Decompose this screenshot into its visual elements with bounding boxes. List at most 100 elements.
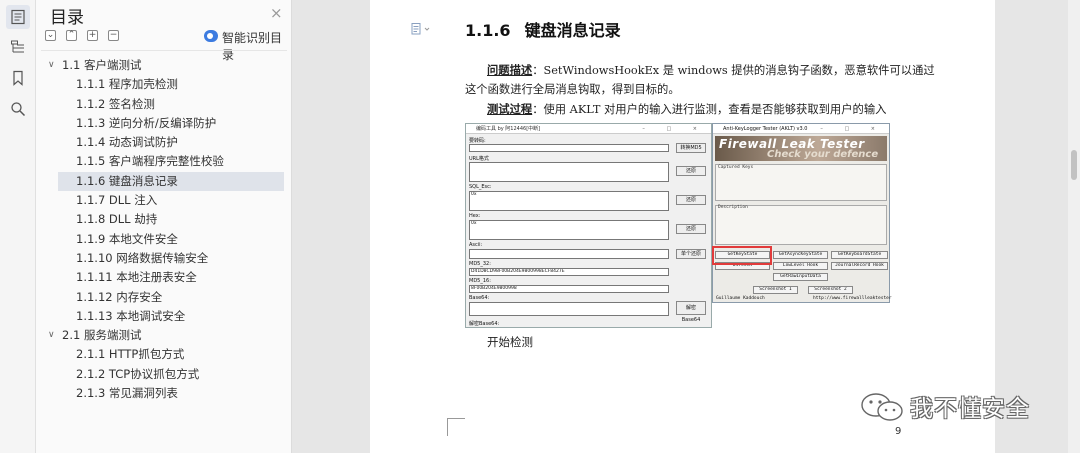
toc-subsection-item[interactable]: 1.1.9 本地文件安全 — [36, 230, 292, 249]
getasynckeystate-button: GetAsyncKeyState — [773, 251, 828, 259]
md5-button: 转换MD5 — [676, 143, 706, 153]
toc-subsection-item[interactable]: 1.1.12 内存安全 — [36, 288, 292, 307]
toc-panel: 目录 × ⌄ ⌃ + − 智能识别目录 ∨ 1.1 客户端测试 1.1.1 程序加壳… — [36, 0, 292, 453]
ascii-box — [469, 249, 669, 259]
heading-number: 1.1.6 — [465, 21, 511, 40]
problem-label: 问题描述 — [487, 63, 533, 77]
sql-box: 0x — [469, 191, 669, 211]
toc-item-label: 2.1.1 HTTP抓包方式 — [76, 347, 185, 362]
toc-subsection-item[interactable]: 1.1.1 程序加壳检测 — [36, 75, 292, 94]
toc-item-label: 2.1.3 常见漏洞列表 — [76, 386, 178, 401]
toc-item-label: 1.1.8 DLL 劫持 — [76, 212, 158, 227]
search-icon[interactable] — [6, 97, 30, 121]
add-heading-button[interactable]: + — [87, 30, 98, 41]
base64-box — [469, 302, 669, 316]
toc-subsection-item[interactable]: 1.1.3 逆向分析/反编译防护 — [36, 114, 292, 133]
page-number: 9 — [895, 426, 902, 437]
toc-subsection-item[interactable]: 1.1.13 本地调试安全 — [36, 307, 292, 326]
decode-base64-button: 解密Base64 — [676, 301, 706, 323]
toc-divider — [41, 50, 287, 51]
aklt-banner: Firewall Leak Tester Check your defence — [715, 136, 887, 161]
expand-all-button[interactable]: ⌄ — [45, 30, 56, 41]
toc-title: 目录 — [50, 8, 84, 28]
test-text: ：使用 AKLT 对用户的输入进行监测，查看是否能够获取到用户的输入 — [532, 103, 887, 116]
watermark-text: 我不懂安全 — [910, 396, 1030, 422]
toc-subsection-item[interactable]: 1.1.11 本地注册表安全 — [36, 268, 292, 287]
md5-16-box: 8F00B204E9800998 — [469, 285, 669, 293]
watermark: 我不懂安全 — [860, 385, 1050, 427]
toc-section-item[interactable]: ∨ 1.1 客户端测试 — [36, 56, 292, 75]
toc-icon[interactable] — [6, 5, 30, 29]
label-url: URL格式 — [469, 156, 489, 162]
encoder-title: 编码工具 by 阿12446[中断] — [476, 126, 541, 132]
close-icon[interactable]: × — [270, 4, 283, 22]
chevron-down-icon[interactable]: ∨ — [48, 326, 55, 345]
heading-text: 键盘消息记录 — [524, 21, 621, 40]
left-rail — [0, 0, 36, 453]
toc-section-item[interactable]: ∨ 2.1 服务端测试 — [36, 326, 292, 345]
lowlevel-hook-button: LowLevel Hook — [773, 262, 828, 270]
toc-subsection-item[interactable]: 1.1.6 键盘消息记录 — [58, 171, 284, 192]
paragraph-test: 测试过程：使用 AKLT 对用户的输入进行监测，查看是否能够获取到用户的输入 — [487, 101, 886, 117]
label-base64: Base64: — [469, 295, 490, 301]
restore-button-2: 还原 — [676, 195, 706, 205]
aklt-window: Anti-KeyLogger Tester (AKLT) v3.0 – □ × … — [712, 123, 892, 303]
aklt-titlebar: Anti-KeyLogger Tester (AKLT) v3.0 – □ × — [713, 124, 889, 134]
toc-item-label: 1.1.11 本地注册表安全 — [76, 270, 197, 285]
test-label: 测试过程 — [487, 102, 533, 116]
toc-item-label: 1.1.9 本地文件安全 — [76, 231, 178, 246]
toc-subsection-item[interactable]: 2.1.2 TCP协议抓包方式 — [36, 365, 292, 384]
url-label: http://www.firewallleaktester — [813, 296, 892, 301]
journalrecord-hook-button: JournalRecord Hook — [831, 262, 888, 270]
vertical-scrollbar[interactable] — [1068, 0, 1080, 453]
getrawinputdata-button: GetRawInputData — [773, 273, 828, 281]
aklt-title: Anti-KeyLogger Tester (AKLT) v3.0 — [723, 126, 808, 132]
structure-icon[interactable] — [6, 35, 30, 59]
toc-item-label: 1.1 客户端测试 — [62, 58, 142, 72]
description-box — [715, 205, 887, 245]
toc-item-label: 1.1.5 客户端程序完整性校验 — [76, 154, 224, 169]
toc-subsection-item[interactable]: 1.1.2 签名检测 — [36, 95, 292, 114]
paragraph-problem: 问题描述：SetWindowsHookEx 是 windows 提供的消息钩子函… — [487, 62, 935, 78]
input-box — [469, 144, 669, 152]
page-menu-icon[interactable] — [411, 20, 433, 39]
wechat-icon — [861, 393, 903, 421]
ai-toc-toggle-icon[interactable] — [204, 30, 218, 42]
chevron-down-icon[interactable]: ∨ — [48, 56, 55, 75]
problem-text: ：SetWindowsHookEx 是 windows 提供的消息钩子函数，恶意… — [532, 64, 935, 77]
toc-subsection-item[interactable]: 1.1.4 动态调试防护 — [36, 133, 292, 152]
toc-subsection-item[interactable]: 2.1.3 常见漏洞列表 — [36, 384, 292, 403]
single-restore-button: 单个还原 — [676, 249, 706, 259]
toc-item-label: 1.1.10 网络数据传输安全 — [76, 250, 209, 265]
section-heading: 1.1.6 键盘消息记录 — [465, 17, 621, 41]
toc-subsection-item[interactable]: 1.1.5 客户端程序完整性校验 — [36, 152, 292, 171]
toc-subsection-item[interactable]: 1.1.7 DLL 注入 — [36, 191, 292, 210]
toc-item-label: 1.1.4 动态调试防护 — [76, 135, 178, 150]
bookmark-icon[interactable] — [6, 66, 30, 90]
description-label: Description — [718, 205, 748, 210]
toc-item-label: 2.1.2 TCP协议抓包方式 — [76, 366, 200, 381]
image-caption: 开始检测 — [487, 335, 533, 349]
restore-button-3: 还原 — [676, 224, 706, 234]
toc-item-label: 1.1.3 逆向分析/反编译防护 — [76, 115, 217, 130]
restore-button-1: 还原 — [676, 166, 706, 176]
md5-32-box: D41D8CD98F00B204E9800998ECF8427E — [469, 268, 669, 276]
toc-subsection-item[interactable]: 2.1.1 HTTP抓包方式 — [36, 345, 292, 364]
paragraph-problem-cont: 这个函数进行全局消息钩取，得到目标的。 — [465, 83, 680, 96]
author-label: Guillaume Kaddouch — [716, 296, 765, 301]
scrollbar-thumb[interactable] — [1071, 150, 1077, 180]
collapse-all-button[interactable]: ⌃ — [66, 30, 77, 41]
toc-item-label: 1.1.7 DLL 注入 — [76, 193, 158, 208]
label-input: 要转码: — [469, 138, 486, 144]
label-hex: Hex: — [469, 213, 481, 219]
banner-subtitle: Check your defence — [767, 149, 879, 160]
screenshot1-button: Screenshot 1 — [753, 286, 798, 294]
toc-subsection-item[interactable]: 1.1.10 网络数据传输安全 — [36, 249, 292, 268]
toc-subsection-item[interactable]: 1.1.8 DLL 劫持 — [36, 210, 292, 229]
toc-item-label: 1.1.2 签名检测 — [76, 96, 155, 111]
app-window: 目录 × ⌄ ⌃ + − 智能识别目录 ∨ 1.1 客户端测试 1.1.1 程序加壳… — [0, 0, 1080, 453]
label-sql: SQL_Esc: — [469, 184, 492, 190]
toc-item-label: 1.1.12 内存安全 — [76, 289, 163, 304]
label-decode-base64: 解密Base64: — [469, 321, 500, 327]
remove-heading-button[interactable]: − — [108, 30, 119, 41]
